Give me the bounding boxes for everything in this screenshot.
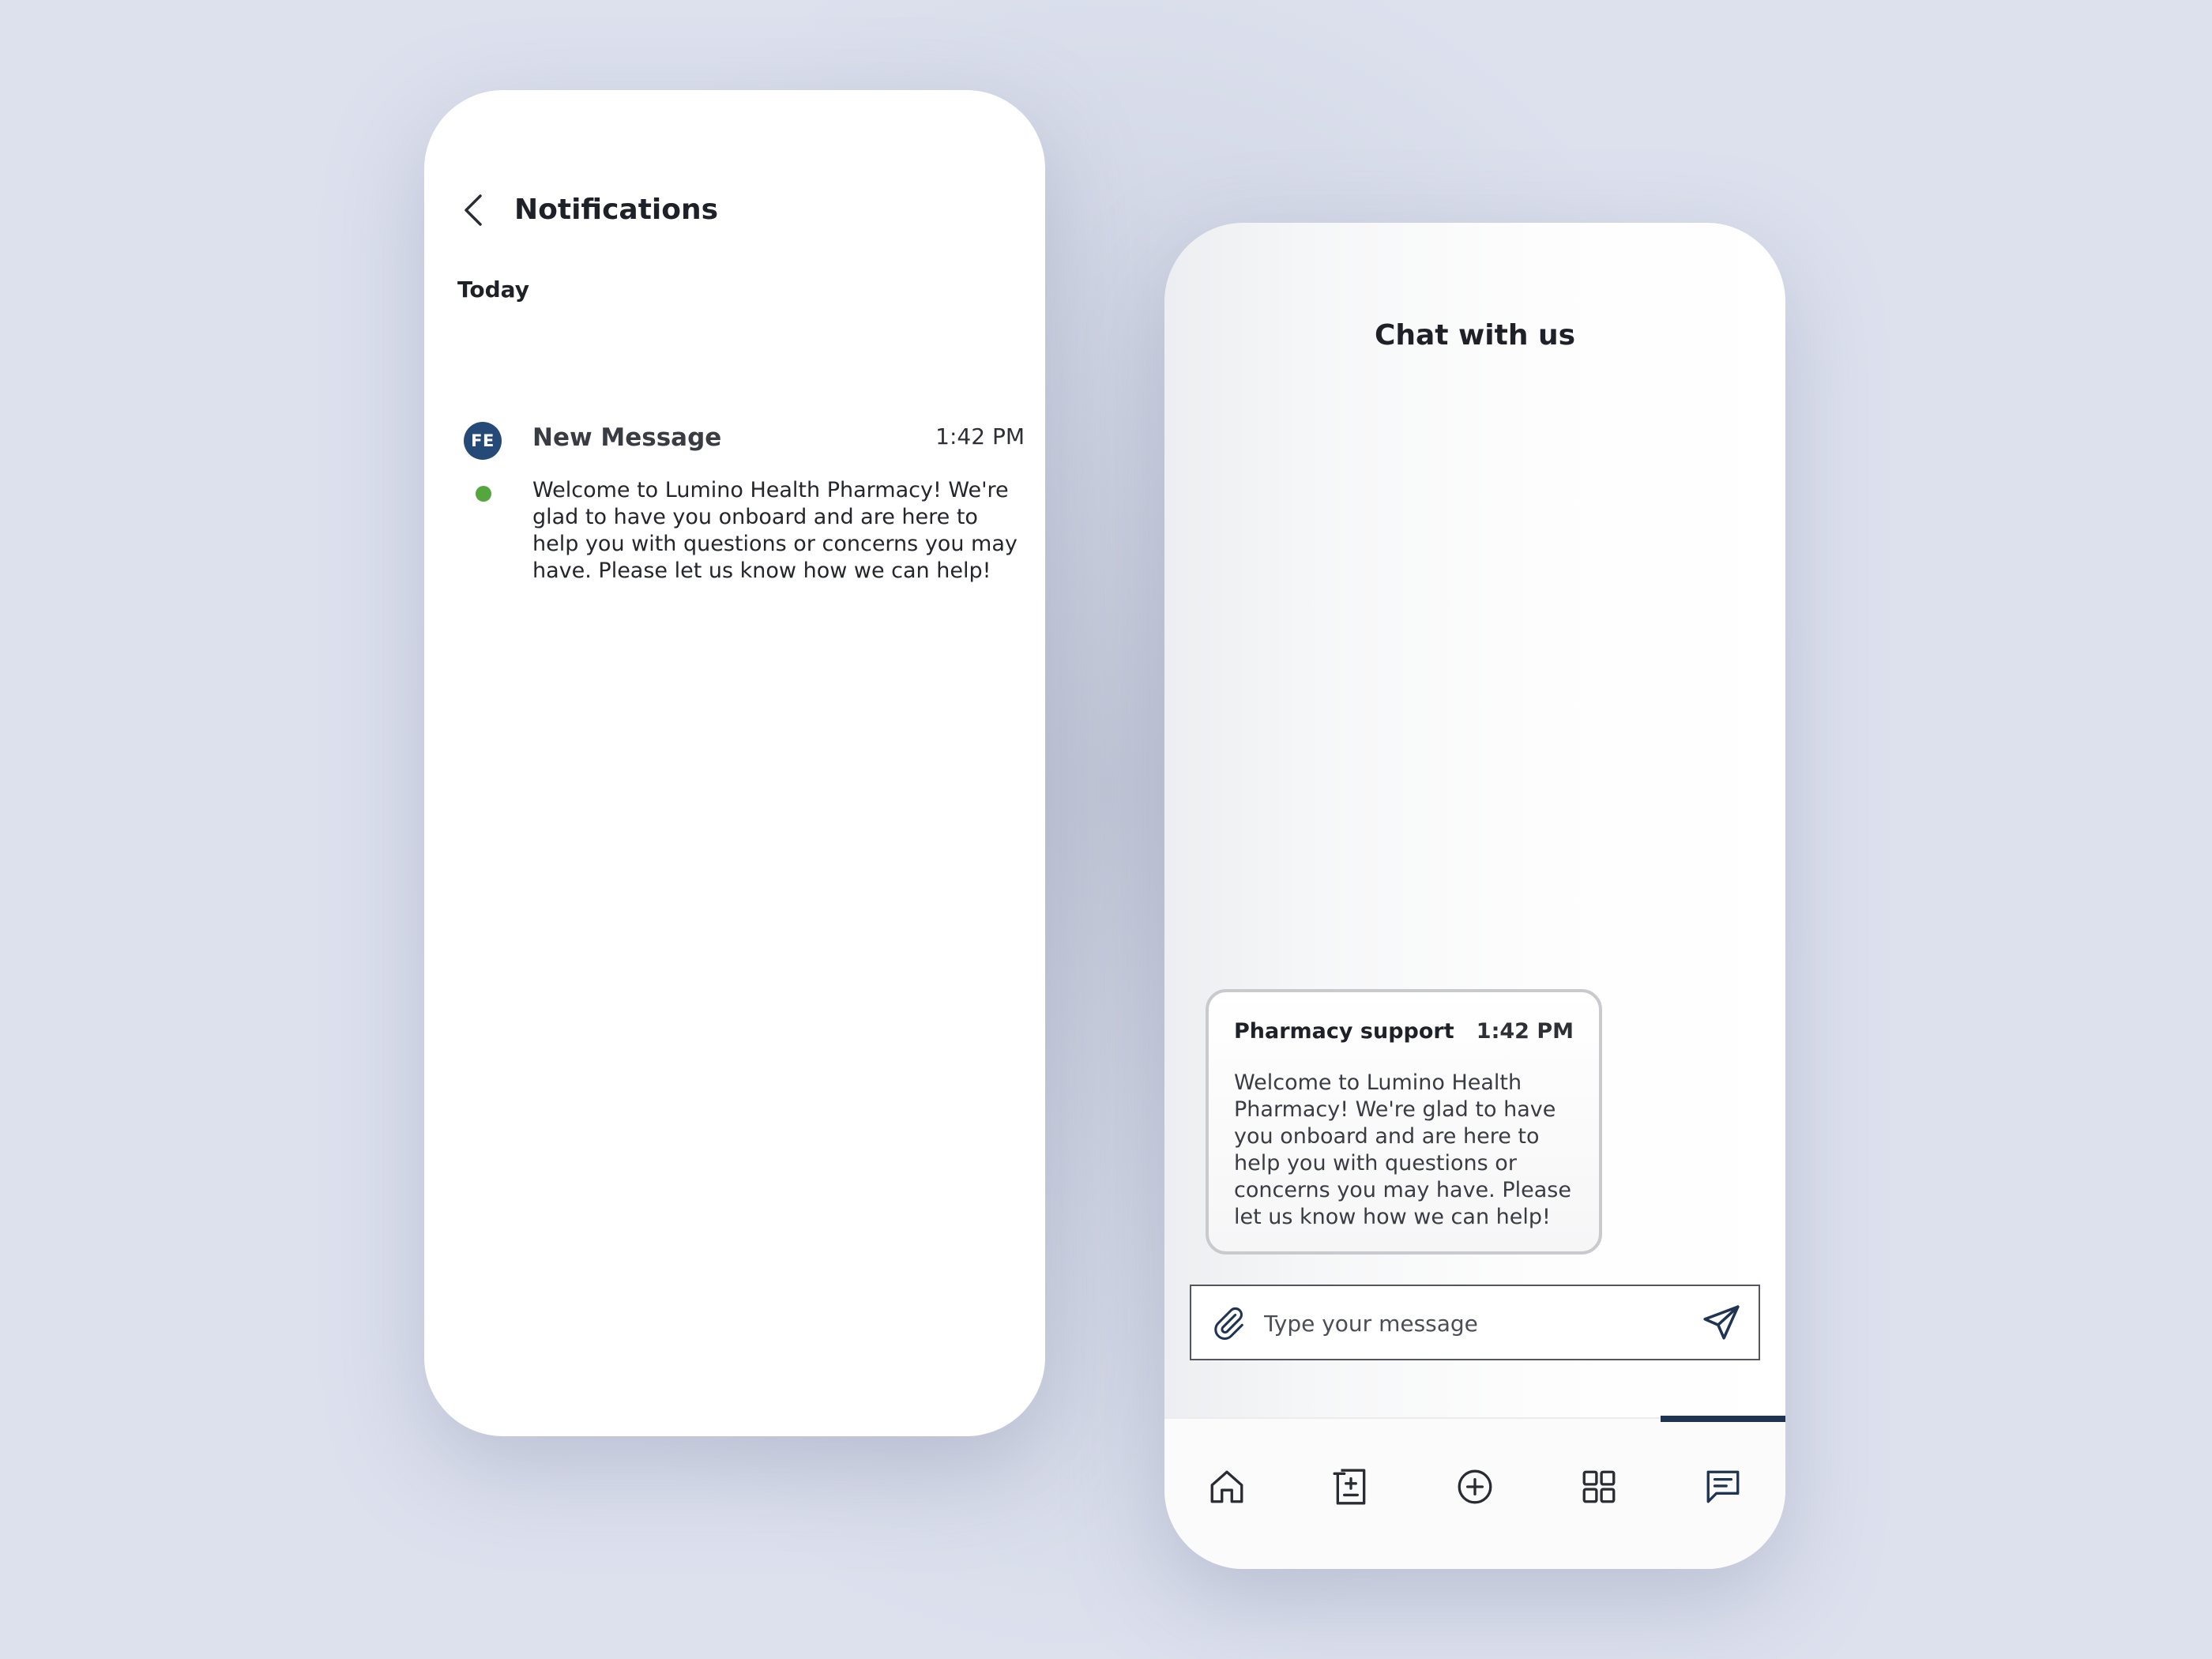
- message-body: Welcome to Lumino Health Pharmacy! We're…: [1234, 1070, 1571, 1229]
- nav-item-menu[interactable]: [1537, 1447, 1661, 1526]
- chat-screen: Chat with us Pharmacy support 1:42 PM We…: [1164, 223, 1785, 1569]
- back-button[interactable]: [456, 188, 491, 232]
- page-title: Chat with us: [1374, 319, 1576, 352]
- grid-icon: [1582, 1470, 1616, 1503]
- add-circle-icon: [1458, 1469, 1492, 1504]
- paperclip-icon[interactable]: [1210, 1305, 1247, 1341]
- send-icon[interactable]: [1702, 1304, 1741, 1343]
- message-input[interactable]: [1264, 1300, 1675, 1346]
- nav-item-chat[interactable]: [1661, 1447, 1785, 1526]
- notifications-screen: Notifications Today FE New Message 1:42 …: [424, 90, 1045, 1436]
- nav-item-home[interactable]: [1164, 1447, 1289, 1526]
- prescription-icon: [1333, 1469, 1366, 1505]
- chevron-left-icon: [465, 194, 482, 226]
- notification-time: 1:42 PM: [935, 423, 1025, 450]
- chat-message: Pharmacy support 1:42 PM Welcome to Lumi…: [1206, 989, 1602, 1255]
- avatar: FE: [464, 422, 502, 460]
- section-label-today: Today: [457, 276, 529, 303]
- bottom-nav: [1164, 1416, 1785, 1569]
- message-sender: Pharmacy support: [1234, 1019, 1454, 1044]
- active-tab-indicator: [1661, 1416, 1785, 1422]
- message-composer: [1190, 1285, 1760, 1360]
- message-time: 1:42 PM: [1476, 1019, 1574, 1044]
- notification-body: Welcome to Lumino Health Pharmacy! We're…: [532, 478, 1018, 583]
- page-title: Notifications: [514, 194, 719, 226]
- nav-item-prescriptions[interactable]: [1288, 1447, 1413, 1526]
- notification-title: New Message: [532, 423, 722, 452]
- chat-icon: [1706, 1470, 1740, 1503]
- notification-item[interactable]: FE New Message 1:42 PM Welcome to Lumino…: [448, 422, 1025, 604]
- home-icon: [1210, 1470, 1243, 1503]
- nav-item-add[interactable]: [1413, 1447, 1537, 1526]
- unread-indicator: [476, 486, 491, 502]
